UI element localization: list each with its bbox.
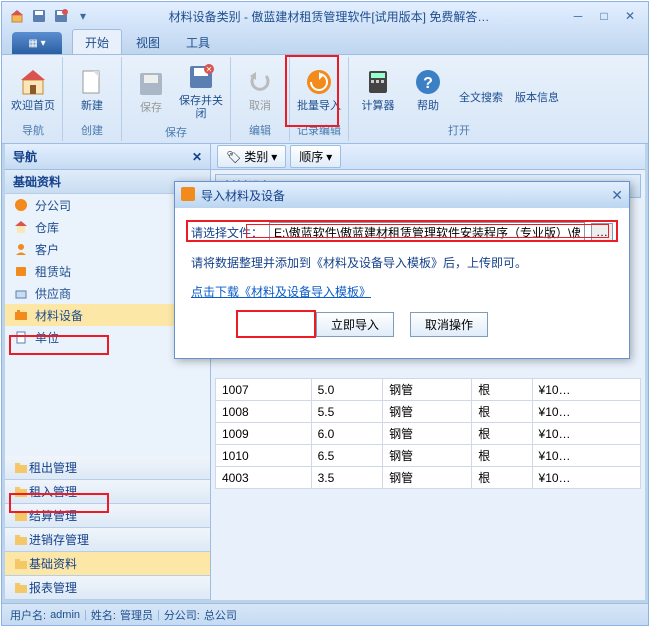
dialog-title: 导入材料及设备 bbox=[201, 187, 285, 204]
sidebar-folder-1[interactable]: 租入管理 bbox=[5, 480, 210, 504]
qat-saveclose-icon[interactable] bbox=[52, 7, 70, 25]
import-ok-button[interactable]: 立即导入 bbox=[316, 312, 394, 337]
home-label: 欢迎首页 bbox=[11, 100, 55, 113]
home-icon bbox=[17, 66, 49, 98]
batch-import-button[interactable]: 批量导入 bbox=[294, 59, 344, 121]
status-user-label: 用户名: bbox=[10, 607, 46, 623]
dialog-hint: 请将数据整理并添加到《材料及设备导入模板》后，上传即可。 bbox=[191, 254, 613, 271]
save-icon bbox=[135, 68, 167, 100]
sidebar-icon bbox=[13, 219, 29, 235]
group-edit-label: 编辑 bbox=[249, 121, 271, 139]
sidebar-icon bbox=[13, 197, 29, 213]
tag-icon: 🏷 bbox=[226, 150, 241, 164]
save-button: 保存 bbox=[126, 59, 176, 123]
group-nav-label: 导航 bbox=[22, 121, 44, 139]
calc-icon bbox=[362, 66, 394, 98]
folder-icon bbox=[13, 580, 29, 596]
group-rec-label: 记录编辑 bbox=[297, 121, 341, 139]
version-label: 版本信息 bbox=[515, 92, 559, 105]
svg-text:?: ? bbox=[423, 75, 433, 92]
fullsearch-label: 全文搜索 bbox=[459, 92, 503, 105]
new-label: 新建 bbox=[81, 100, 103, 113]
undo-icon bbox=[244, 66, 276, 98]
sidebar-icon bbox=[13, 285, 29, 301]
search-icon bbox=[465, 74, 497, 90]
order-button[interactable]: 顺序 ▾ bbox=[290, 145, 341, 168]
tab-view[interactable]: 视图 bbox=[124, 30, 172, 54]
version-button[interactable]: 版本信息 bbox=[509, 59, 565, 121]
table-row[interactable]: 10106.5钢管根¥10… bbox=[216, 445, 641, 467]
folder-icon bbox=[13, 532, 29, 548]
table-row[interactable]: 10096.0钢管根¥10… bbox=[216, 423, 641, 445]
app-menu-button[interactable]: ▦ ▾ bbox=[12, 32, 62, 54]
saveclose-icon: ✕ bbox=[185, 61, 217, 93]
file-label: 请选择文件： bbox=[191, 224, 263, 241]
qat-dropdown-icon[interactable]: ▾ bbox=[74, 7, 92, 25]
svg-text:✕: ✕ bbox=[206, 65, 213, 74]
save-label: 保存 bbox=[140, 102, 162, 115]
sidebar-icon bbox=[13, 263, 29, 279]
tab-start[interactable]: 开始 bbox=[72, 29, 122, 54]
help-button[interactable]: ? 帮助 bbox=[403, 59, 453, 121]
nav-title: 导航 bbox=[13, 148, 37, 165]
minimize-button[interactable]: ─ bbox=[566, 7, 590, 25]
sidebar-folder-3[interactable]: 进销存管理 bbox=[5, 528, 210, 552]
help-label: 帮助 bbox=[417, 100, 439, 113]
import-dialog: 导入材料及设备 ✕ 请选择文件： … 请将数据整理并添加到《材料及设备导入模板》… bbox=[174, 181, 630, 359]
import-icon bbox=[303, 66, 335, 98]
import-cancel-button[interactable]: 取消操作 bbox=[410, 312, 488, 337]
import-label: 批量导入 bbox=[297, 100, 341, 113]
sidebar-icon bbox=[13, 241, 29, 257]
sidebar-icon bbox=[13, 329, 29, 345]
tab-tool[interactable]: 工具 bbox=[174, 30, 222, 54]
close-button[interactable]: ✕ bbox=[618, 7, 642, 25]
cancel-button: 取消 bbox=[235, 59, 285, 121]
fullsearch-button[interactable]: 全文搜索 bbox=[453, 59, 509, 121]
qat-save-icon[interactable] bbox=[30, 7, 48, 25]
sidebar-folder-0[interactable]: 租出管理 bbox=[5, 456, 210, 480]
dialog-icon bbox=[181, 187, 195, 204]
folder-icon bbox=[13, 484, 29, 500]
file-input[interactable] bbox=[269, 222, 585, 242]
cancel-label: 取消 bbox=[249, 100, 271, 113]
status-user: admin bbox=[50, 609, 80, 621]
saveclose-label: 保存并关闭 bbox=[178, 95, 224, 121]
calc-label: 计算器 bbox=[362, 100, 395, 113]
group-create-label: 创建 bbox=[81, 121, 103, 139]
table-row[interactable]: 10075.0钢管根¥10… bbox=[216, 379, 641, 401]
group-open-label: 打开 bbox=[448, 121, 470, 139]
info-icon bbox=[521, 74, 553, 90]
status-branch-label: 分公司: bbox=[164, 607, 200, 623]
new-button[interactable]: 新建 bbox=[67, 59, 117, 121]
saveclose-button[interactable]: ✕ 保存并关闭 bbox=[176, 59, 226, 123]
sidebar-folder-5[interactable]: 报表管理 bbox=[5, 576, 210, 600]
sidebar-folder-2[interactable]: 结算管理 bbox=[5, 504, 210, 528]
new-icon bbox=[76, 66, 108, 98]
qat-home-icon[interactable] bbox=[8, 7, 26, 25]
sidebar-icon bbox=[13, 307, 29, 323]
folder-icon bbox=[13, 508, 29, 524]
dialog-close-button[interactable]: ✕ bbox=[611, 187, 623, 204]
status-name: 管理员 bbox=[120, 607, 153, 623]
status-branch: 总公司 bbox=[204, 607, 237, 623]
status-name-label: 姓名: bbox=[91, 607, 116, 623]
help-icon: ? bbox=[412, 66, 444, 98]
home-button[interactable]: 欢迎首页 bbox=[8, 59, 58, 121]
category-button[interactable]: 🏷类别 ▾ bbox=[217, 145, 286, 168]
sidebar-folder-4[interactable]: 基础资料 bbox=[5, 552, 210, 576]
folder-icon bbox=[13, 460, 29, 476]
maximize-button[interactable]: □ bbox=[592, 7, 616, 25]
browse-button[interactable]: … bbox=[591, 223, 613, 241]
nav-close-icon[interactable]: ✕ bbox=[192, 150, 202, 164]
group-save-label: 保存 bbox=[165, 123, 187, 141]
template-link[interactable]: 点击下载《材料及设备导入模板》 bbox=[191, 283, 613, 300]
table-row[interactable]: 40033.5钢管根¥10… bbox=[216, 467, 641, 489]
table-row[interactable]: 10085.5钢管根¥10… bbox=[216, 401, 641, 423]
window-title: 材料设备类别 - 傲蓝建材租赁管理软件[试用版本] 免费解答… bbox=[92, 8, 566, 25]
calc-button[interactable]: 计算器 bbox=[353, 59, 403, 121]
folder-icon bbox=[13, 556, 29, 572]
